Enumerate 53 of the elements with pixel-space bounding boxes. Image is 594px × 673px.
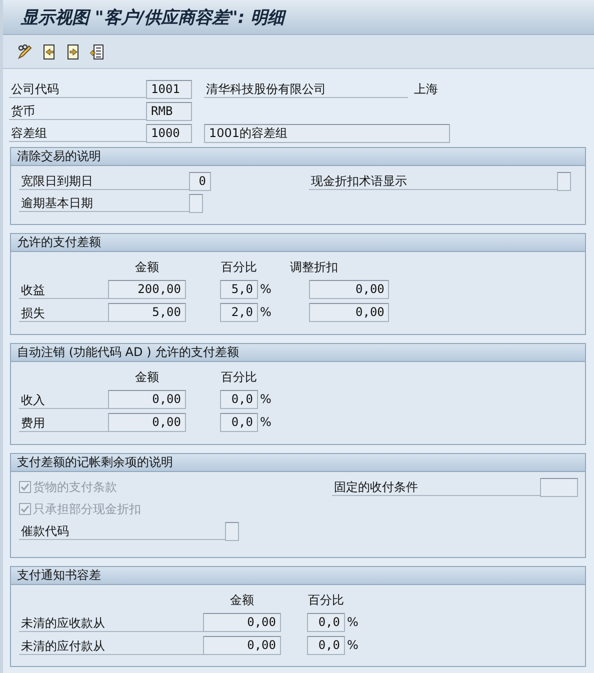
column-header: 百分比: [220, 369, 258, 386]
discount-field[interactable]: 0,00: [309, 303, 390, 322]
amount-field[interactable]: 200,00: [108, 280, 186, 299]
section-title: 支付差额的记帐剩余项的说明: [11, 454, 585, 472]
field-label: 现金折扣术语显示: [309, 172, 557, 190]
percent-field[interactable]: 2,0: [220, 303, 258, 322]
amount-field[interactable]: 0,00: [203, 636, 281, 655]
currency-field[interactable]: RMB: [146, 102, 192, 120]
city-text: 上海: [414, 80, 438, 98]
checkbox-field[interactable]: [189, 194, 203, 212]
discount-field[interactable]: 0,00: [309, 280, 390, 299]
checkbox-label: 只承担部分现金折扣: [33, 500, 141, 518]
percent-sign: %: [346, 637, 358, 654]
section-title: 自动注销 (功能代码 AD ) 允许的支付差额: [11, 344, 585, 362]
field-label: 催款代码: [19, 522, 225, 540]
dunning-key-field[interactable]: [225, 522, 239, 540]
field-label: 逾期基本日期: [19, 194, 189, 212]
company-code-field[interactable]: 1001: [146, 80, 192, 98]
window-title: 显示视图 "客户/供应商容差": 明细: [21, 6, 285, 28]
amount-field[interactable]: 0,00: [203, 613, 281, 632]
checkbox-field[interactable]: [557, 172, 571, 190]
section-title: 支付通知书容差: [11, 567, 585, 585]
percent-sign: %: [259, 304, 272, 321]
grace-days-field[interactable]: 0: [189, 172, 211, 190]
payment-terms-field[interactable]: [540, 478, 578, 496]
tolerance-group-field[interactable]: 1000: [146, 124, 192, 142]
percent-field[interactable]: 0,0: [220, 390, 258, 409]
checkbox-label: 货物的支付条款: [33, 478, 117, 496]
percent-field[interactable]: 5,0: [220, 280, 258, 299]
section-title: 允许的支付差额: [11, 234, 585, 252]
amount-field[interactable]: 0,00: [108, 413, 186, 432]
column-header: 金额: [134, 259, 160, 276]
column-header: 调整折扣: [290, 259, 339, 276]
field-label: 未清的应收款从: [19, 614, 203, 632]
field-label: 未清的应付款从: [19, 637, 203, 655]
amount-field[interactable]: 5,00: [108, 303, 186, 322]
percent-sign: %: [259, 414, 272, 431]
column-header: 百分比: [307, 592, 345, 609]
column-header: 百分比: [220, 259, 258, 276]
section-title: 清除交易的说明: [11, 148, 585, 166]
amount-field[interactable]: 0,00: [108, 390, 186, 409]
field-label: 宽限日到期日: [19, 172, 189, 190]
percent-sign: %: [259, 391, 272, 408]
percent-field[interactable]: 0,0: [307, 613, 345, 632]
column-header: 金额: [229, 592, 255, 609]
percent-field[interactable]: 0,0: [307, 636, 345, 655]
percent-sign: %: [259, 281, 272, 298]
group-description-field: 1001的容差组: [204, 124, 450, 142]
field-label: 固定的收付条件: [332, 478, 540, 496]
company-name-text: 清华科技股份有限公司: [204, 80, 408, 98]
percent-sign: %: [346, 614, 358, 631]
column-header: 金额: [134, 369, 160, 386]
percent-field[interactable]: 0,0: [220, 413, 258, 432]
